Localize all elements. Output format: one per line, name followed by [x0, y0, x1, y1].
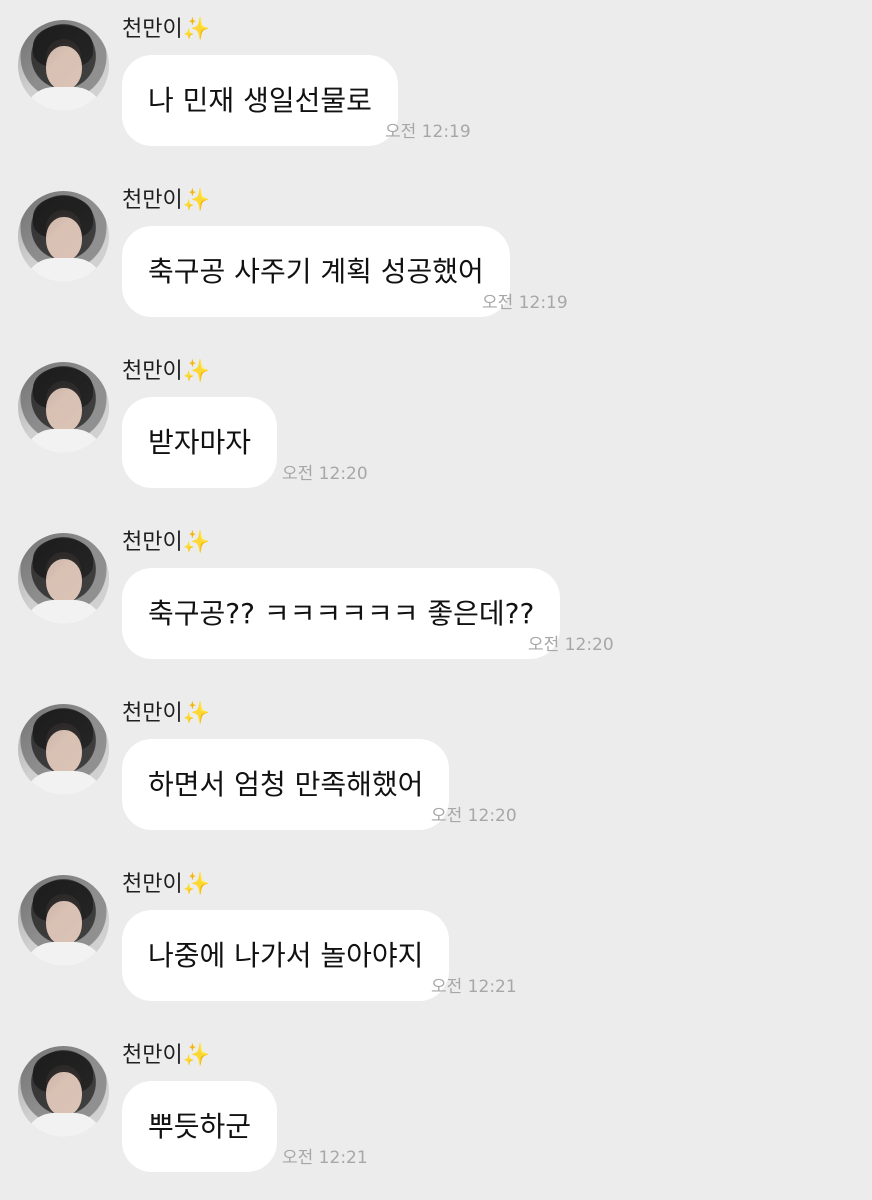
chat-message: 천만이✨ 나중에 나가서 놀아야지 오전 12:21 [0, 855, 872, 1026]
avatar-shading [18, 362, 109, 453]
avatar[interactable] [18, 704, 109, 795]
sender-name: 천만이✨ [122, 188, 211, 213]
chat-message: 천만이✨ 받자마자 오전 12:20 [0, 342, 872, 513]
sender-name: 천만이✨ [122, 17, 211, 42]
message-bubble[interactable]: 뿌듯하군 [122, 1081, 278, 1172]
message-bubble[interactable]: 나 민재 생일선물로 [122, 55, 398, 146]
avatar-shading [18, 533, 109, 624]
sender-name: 천만이✨ [122, 530, 211, 555]
sender-name: 천만이✨ [122, 359, 211, 384]
chat-message: 천만이✨ 나 민재 생일선물로 오전 12:19 [0, 0, 872, 171]
message-bubble[interactable]: 받자마자 [122, 397, 278, 488]
avatar[interactable] [18, 533, 109, 624]
avatar[interactable] [18, 191, 109, 282]
sender-name: 천만이✨ [122, 701, 211, 726]
sender-name: 천만이✨ [122, 872, 211, 897]
avatar[interactable] [18, 1046, 109, 1137]
message-bubble[interactable]: 하면서 엄청 만족해했어 [122, 739, 450, 830]
chat-message: 천만이✨ 뿌듯하군 오전 12:21 [0, 1026, 872, 1197]
avatar[interactable] [18, 362, 109, 453]
avatar-shading [18, 1046, 109, 1137]
avatar[interactable] [18, 20, 109, 111]
chat-message: 천만이✨ 축구공 사주기 계획 성공했어 오전 12:19 [0, 171, 872, 342]
avatar-shading [18, 875, 109, 966]
message-time: 오전 12:20 [431, 806, 517, 826]
message-time: 오전 12:21 [431, 977, 517, 997]
avatar-shading [18, 704, 109, 795]
message-time: 오전 12:21 [282, 1148, 368, 1168]
chat-message: 천만이✨ 축구공?? ㅋㅋㅋㅋㅋㅋ 좋은데?? 오전 12:20 [0, 513, 872, 684]
avatar-shading [18, 20, 109, 111]
message-bubble[interactable]: 축구공?? ㅋㅋㅋㅋㅋㅋ 좋은데?? [122, 568, 561, 659]
avatar[interactable] [18, 875, 109, 966]
chat-message: 천만이✨ 하면서 엄청 만족해했어 오전 12:20 [0, 684, 872, 855]
message-bubble[interactable]: 나중에 나가서 놀아야지 [122, 910, 450, 1001]
message-time: 오전 12:19 [385, 122, 471, 142]
message-time: 오전 12:19 [482, 293, 568, 313]
avatar-shading [18, 191, 109, 282]
message-time: 오전 12:20 [528, 635, 614, 655]
sender-name: 천만이✨ [122, 1043, 211, 1068]
message-time: 오전 12:20 [282, 464, 368, 484]
message-bubble[interactable]: 축구공 사주기 계획 성공했어 [122, 226, 510, 317]
